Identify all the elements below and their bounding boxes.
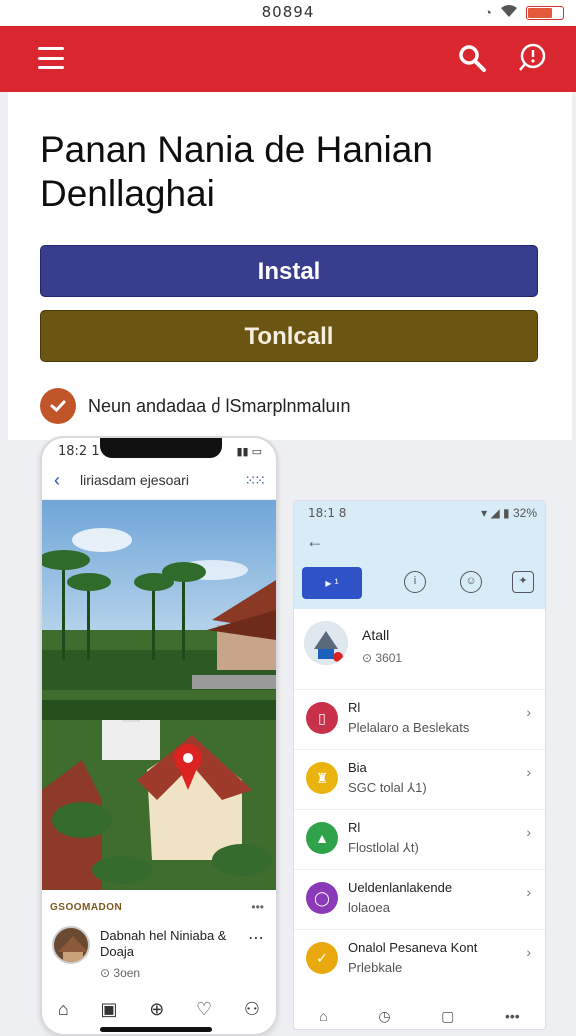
medal-icon: ✓ [306,942,338,974]
place-meta-text: 3oen [113,966,141,980]
wifi-icon [500,4,518,21]
alarm-icon: ◔ [484,5,492,20]
secondary-button[interactable]: Tonlcall [40,310,538,362]
list-item-subtitle: lolaoea [348,900,390,915]
title-line-1: Panan Nania de Hanian [40,129,433,170]
emoji-tab-icon[interactable]: ☺ [460,571,482,593]
home-icon[interactable]: ⌂ [58,999,69,1020]
list-item-title: Onalol Pesaneva Kont [348,940,478,955]
page-title: Panan Nania de Hanian Denllaghai [40,128,540,216]
tablet-bottom-nav: ⌂ ◷ ▢ ••• [294,1003,545,1029]
list-item[interactable]: ▯ Rl Plelalaro a Beslekats › [294,689,545,747]
circle-icon: ◯ [306,882,338,914]
info-tab-icon[interactable]: i [404,571,426,593]
title-line-2: Denllaghai [40,173,215,214]
list-item-subtitle: SGC tolal ⅄1) [348,780,427,795]
menu-icon[interactable] [38,47,64,69]
chevron-right-icon: › [526,704,531,720]
tablet-tabs: ▸ ¹ i ☺ ✦ [294,565,545,601]
checkbox-label: Neun andadaa ძ lSmarplnmaluın [88,396,351,416]
chevron-right-icon: › [526,944,531,960]
phone-section-label: GSOOMADON [50,902,123,913]
phone-header: ‹ liriasdam ejesoari ⁙⁙ [42,464,276,500]
check-icon [50,400,66,413]
home-indicator [100,1027,212,1032]
search-icon[interactable] [456,42,488,74]
settings-tab-icon[interactable]: ✦ [512,571,534,593]
profile-meta: ⊙ 3601 [362,651,403,665]
phone-notch [100,438,222,458]
list-item-subtitle: Flostlolal ⅄t) [348,840,419,855]
hero-card: Panan Nania de Hanian Denllaghai Instal … [8,92,572,440]
list-item-title: Bia [348,760,367,775]
tablet-status-battery: ▾ ◢ ▮ 32% [481,506,537,520]
pin-icon: ⊙ [100,966,114,980]
clock-icon[interactable]: ◷ [378,1008,390,1025]
tablet-back-icon[interactable]: ← [306,531,324,552]
home-icon[interactable]: ⌂ [319,1008,327,1024]
profile-meta-text: 3601 [375,651,403,665]
triangle-icon: ▲ [306,822,338,854]
list-item[interactable]: ▲ Rl Flostlolal ⅄t) › [294,809,545,867]
back-icon[interactable]: ‹ [54,470,60,491]
chevron-right-icon: › [526,884,531,900]
chevron-right-icon: › [526,764,531,780]
phone-status-icons: ▮▮ ▭ [236,446,262,458]
compass-icon[interactable]: ⊕ [149,999,164,1020]
bag-icon[interactable]: ▣ [100,999,117,1020]
list-item[interactable]: ✓ Onalol Pesaneva Kont Prlebkale › [294,929,545,987]
place-thumbnail[interactable] [52,926,90,964]
checkbox[interactable] [40,388,76,424]
list-item[interactable]: ◯ Ueldenlanlakende lolaoea › [294,869,545,927]
place-meta: ⊙ 3oen [100,966,140,980]
app-bar [0,26,576,92]
place-photo [42,500,276,890]
list-item-title: Ueldenlanlakende [348,880,453,895]
status-bar: 80894 ◔ [0,0,576,26]
list-item[interactable]: ♜ Bia SGC tolal ⅄1) › [294,749,545,807]
phone-header-title: liriasdam ejesoari [80,472,189,488]
trophy-icon: ♜ [306,762,338,794]
section-more-icon[interactable]: ••• [251,900,264,914]
phone-status-time: 18:2 1 [58,444,100,459]
list-item-subtitle: Plelalaro a Beslekats [348,720,470,735]
profile-avatar[interactable] [304,621,348,665]
bookmark-icon: ▯ [306,702,338,734]
tablet-mockup: 18:1 8 ▾ ◢ ▮ 32% ← ▸ ¹ i ☺ ✦ Atall ⊙ 360… [293,500,546,1030]
chevron-right-icon: › [526,824,531,840]
tablet-status-time: 18:1 8 [308,506,347,520]
more-icon[interactable]: ••• [505,1008,520,1024]
tab-active[interactable]: ▸ ¹ [302,567,362,599]
status-icons: ◔ [484,4,564,21]
place-title[interactable]: Dabnah hel Niniaba & Doaja [100,928,230,960]
heart-icon[interactable]: ♡ [196,999,212,1020]
square-icon[interactable]: ▢ [441,1008,454,1025]
list-item-title: Rl [348,700,361,715]
profile-name: Atall [362,627,390,643]
info-icon[interactable] [516,42,548,74]
more-icon[interactable]: ⋯ [248,928,264,948]
install-button[interactable]: Instal [40,245,538,297]
list-item-title: Rl [348,820,361,835]
battery-icon [526,5,564,20]
tablet-header: 18:1 8 ▾ ◢ ▮ 32% ← ▸ ¹ i ☺ ✦ [294,501,545,609]
phone-mockup: 18:2 1 ▮▮ ▭ ‹ liriasdam ejesoari ⁙⁙ GSOO… [40,436,278,1036]
phone-bottom-nav: ⌂ ▣ ⊕ ♡ ⚇ [42,994,276,1024]
battery-percent: 32% [512,506,537,520]
list-item-subtitle: Prlebkale [348,960,403,975]
grid-icon[interactable]: ⁙⁙ [245,472,267,489]
profile-icon[interactable]: ⚇ [244,999,260,1020]
